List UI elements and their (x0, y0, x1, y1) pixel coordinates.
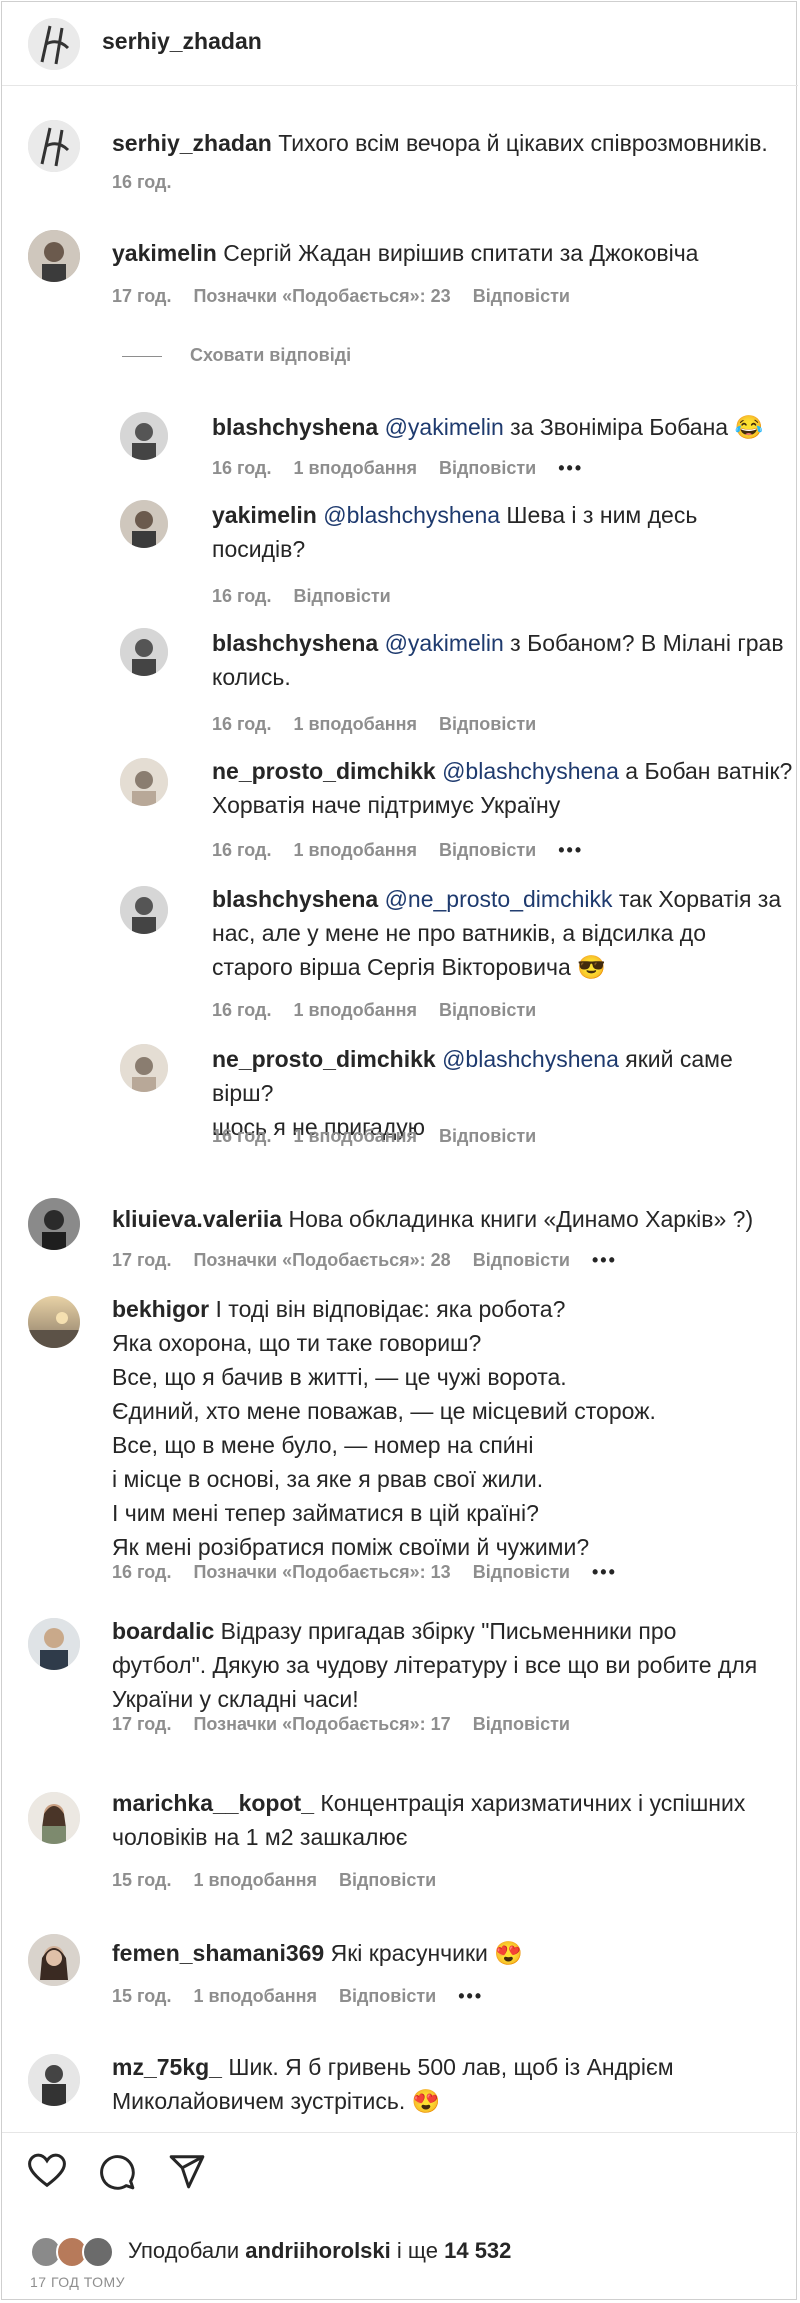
comment-avatar[interactable] (28, 2054, 80, 2106)
reply-meta: 16 год. 1 вподобання Відповісти (212, 714, 537, 734)
comment-avatar[interactable] (28, 230, 80, 282)
reply-meta: 16 год. 1 вподобання Відповісти (212, 1126, 537, 1146)
liker-username[interactable]: andriihorolski (245, 2238, 390, 2263)
caption-text: serhiy_zhadan Тихого всім вечора й цікав… (112, 130, 768, 156)
comment-icon[interactable] (98, 2153, 136, 2191)
comment-text: mz_75kg_ Шик. Я б гривень 500 лав, щоб і… (112, 2054, 674, 2114)
caption-time: 16 год. (112, 172, 172, 192)
comment-avatar[interactable] (28, 1198, 80, 1250)
comment-meta: 16 год. Позначки «Подобається»: 13 Відпові… (112, 1562, 617, 1582)
reply-button[interactable]: Відповісти (473, 286, 570, 306)
comment-text: kliuieva.valeriia Нова обкладинка книги … (112, 1206, 754, 1232)
divider (122, 356, 162, 357)
likes-total[interactable]: 14 532 (444, 2238, 511, 2263)
reply-text: yakimelin @blashchyshena Шева і з ним де… (212, 502, 698, 562)
caption-username[interactable]: serhiy_zhadan (112, 130, 272, 156)
reply-text: blashchyshena @yakimelin з Бобаном? В Мі… (212, 630, 784, 690)
caption-avatar[interactable] (28, 120, 80, 172)
comment-text: boardalic Відразу пригадав збірку "Письм… (112, 1618, 758, 1712)
author-avatar[interactable] (28, 18, 80, 70)
comment-meta: 15 год. 1 вподобання Відповісти ••• (112, 1986, 484, 2006)
comment-text: yakimelin Сергій Жадан вирішив спитати з… (112, 240, 699, 266)
more-options-icon[interactable]: ••• (558, 458, 583, 478)
liker-avatar[interactable] (82, 2236, 114, 2268)
comment-meta: 17 год. Позначки «Подобається»: 17 Відпові… (112, 1714, 570, 1734)
reply-avatar[interactable] (120, 628, 168, 676)
reply-meta: 16 год. 1 вподобання Відповісти ••• (212, 840, 584, 860)
reply-meta: 16 год. 1 вподобання Відповісти ••• (212, 458, 584, 478)
caption-meta: 16 год. (112, 172, 193, 193)
likes-summary[interactable]: Уподобали andriihorolski і ще 14 532 (128, 2238, 511, 2264)
comment-avatar[interactable] (28, 1296, 80, 1348)
reply-avatar[interactable] (120, 412, 168, 460)
comment-text: femen_shamani369 Які красунчики 😍 (112, 1940, 523, 1966)
reply-text: blashchyshena @ne_prosto_dimchikk так Хо… (212, 886, 782, 980)
reply-meta: 16 год. Відповісти (212, 586, 391, 606)
more-options-icon[interactable]: ••• (458, 1986, 483, 2006)
hide-replies-button[interactable]: Сховати відповіді (190, 345, 351, 366)
more-options-icon[interactable]: ••• (558, 840, 583, 860)
likes-count[interactable]: Позначки «Подобається»: 23 (193, 286, 450, 306)
comment-meta: 17 год. Позначки «Подобається»: 28 Відпові… (112, 1250, 617, 1270)
reply-avatar[interactable] (120, 758, 168, 806)
post-panel: serhiy_zhadan serhiy_zhadan Тихого всім … (1, 1, 798, 2300)
comment-avatar[interactable] (28, 1618, 80, 1670)
comment-avatar[interactable] (28, 1792, 80, 1844)
author-username[interactable]: serhiy_zhadan (102, 28, 262, 55)
share-icon[interactable] (168, 2153, 206, 2189)
reply-meta: 16 год. 1 вподобання Відповісти (212, 1000, 537, 1020)
comment-text: marichka__kopot_ Концентрація харизматич… (112, 1790, 746, 1850)
reply-text: blashchyshena @yakimelin за Звоніміра Бо… (212, 414, 764, 440)
post-time: 17 ГОД ТОМУ (30, 2274, 126, 2290)
comment-meta: 17 год. Позначки «Подобається»: 23 Відпові… (112, 286, 570, 306)
heart-icon[interactable] (28, 2153, 66, 2189)
reply-avatar[interactable] (120, 1044, 168, 1092)
post-header: serhiy_zhadan (2, 2, 798, 86)
more-options-icon[interactable]: ••• (592, 1562, 617, 1582)
reply-avatar[interactable] (120, 500, 168, 548)
reply-avatar[interactable] (120, 886, 168, 934)
comment-text: bekhigor І тоді він відповідає: яка робо… (112, 1296, 656, 1560)
action-bar (2, 2132, 798, 2202)
comment-meta: 15 год. 1 вподобання Відповісти (112, 1870, 437, 1890)
comment-avatar[interactable] (28, 1934, 80, 1986)
more-options-icon[interactable]: ••• (592, 1250, 617, 1270)
reply-text: ne_prosto_dimchikk @blashchyshena а Боба… (212, 758, 793, 818)
